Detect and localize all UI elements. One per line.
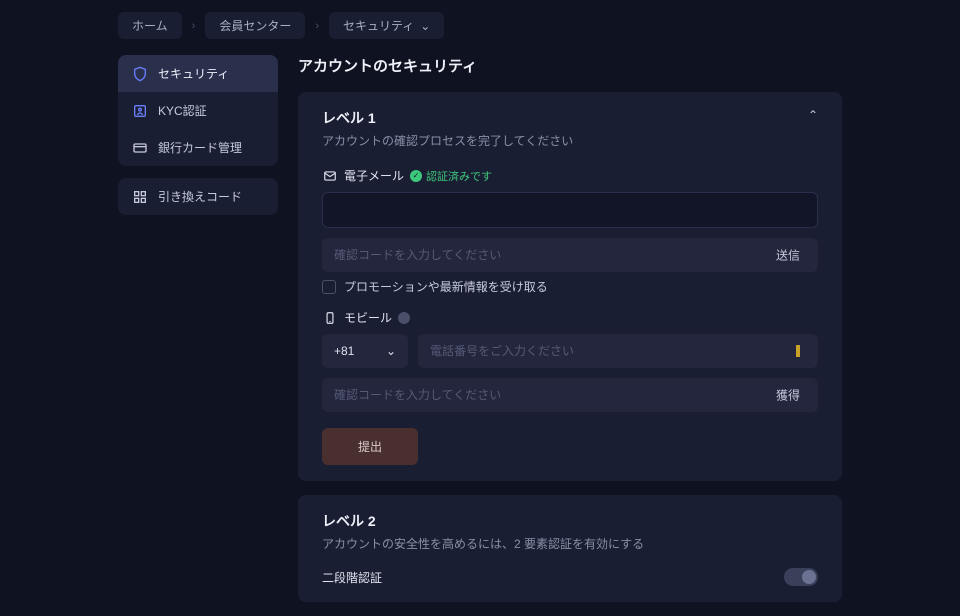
level-2-subtitle: アカウントの安全性を高めるには、2 要素認証を有効にする xyxy=(322,535,818,552)
breadcrumb-member-center[interactable]: 会員センター xyxy=(205,12,305,39)
mobile-label: モビール xyxy=(344,309,392,326)
sidebar-item-label: 引き換えコード xyxy=(158,188,242,205)
send-code-button[interactable]: 送信 xyxy=(768,247,808,264)
chevron-down-icon: ⌄ xyxy=(420,19,430,33)
breadcrumb-home[interactable]: ホーム xyxy=(118,12,182,39)
level-1-title: レベル 1 xyxy=(322,108,573,128)
collapse-icon[interactable]: ⌃ xyxy=(808,108,818,122)
level-2-title: レベル 2 xyxy=(322,511,818,531)
verified-badge: ✓ 認証済みです xyxy=(410,168,492,184)
breadcrumb-separator: › xyxy=(192,20,196,32)
card-icon xyxy=(132,140,148,156)
twofa-label: 二段階認証 xyxy=(322,569,382,586)
get-code-button[interactable]: 獲得 xyxy=(768,387,808,404)
sidebar-item-redeem-code[interactable]: 引き換えコード xyxy=(118,178,278,215)
check-icon: ✓ xyxy=(410,170,422,182)
pending-icon xyxy=(398,312,410,324)
submit-button[interactable]: 提出 xyxy=(322,428,418,465)
email-label: 電子メール xyxy=(344,167,404,184)
sidebar-item-security[interactable]: セキュリティ xyxy=(118,55,278,92)
mail-icon xyxy=(322,168,338,184)
sidebar-item-label: 銀行カード管理 xyxy=(158,139,242,156)
chevron-down-icon: ⌄ xyxy=(386,344,396,358)
sidebar: セキュリティ KYC認証 銀行カード管理 引き換えコード xyxy=(118,55,278,616)
phone-code-input[interactable] xyxy=(322,378,818,412)
sidebar-item-bank-card[interactable]: 銀行カード管理 xyxy=(118,129,278,166)
checkbox-icon xyxy=(322,280,336,294)
email-input[interactable] xyxy=(322,192,818,228)
email-code-input[interactable] xyxy=(322,238,818,272)
page-title: アカウントのセキュリティ xyxy=(298,55,842,76)
sidebar-item-kyc[interactable]: KYC認証 xyxy=(118,92,278,129)
level-1-panel: レベル 1 アカウントの確認プロセスを完了してください ⌃ 電子メール ✓ 認証… xyxy=(298,92,842,481)
level-2-panel: レベル 2 アカウントの安全性を高めるには、2 要素認証を有効にする 二段階認証 xyxy=(298,495,842,602)
sidebar-item-label: セキュリティ xyxy=(158,65,229,82)
breadcrumb: ホーム › 会員センター › セキュリティ ⌄ xyxy=(0,0,960,51)
breadcrumb-separator: › xyxy=(315,20,319,32)
warning-indicator xyxy=(796,345,800,357)
level-1-subtitle: アカウントの確認プロセスを完了してください xyxy=(322,132,573,149)
promo-checkbox-row[interactable]: プロモーションや最新情報を受け取る xyxy=(322,278,818,295)
mobile-icon xyxy=(322,310,338,326)
sidebar-item-label: KYC認証 xyxy=(158,102,207,119)
breadcrumb-security[interactable]: セキュリティ ⌄ xyxy=(329,12,444,39)
promo-label: プロモーションや最新情報を受け取る xyxy=(344,278,548,295)
shield-icon xyxy=(132,66,148,82)
id-icon xyxy=(132,103,148,119)
phone-input[interactable] xyxy=(418,334,818,368)
twofa-toggle[interactable] xyxy=(784,568,818,586)
country-code-select[interactable]: +81 ⌄ xyxy=(322,334,408,368)
qr-icon xyxy=(132,189,148,205)
